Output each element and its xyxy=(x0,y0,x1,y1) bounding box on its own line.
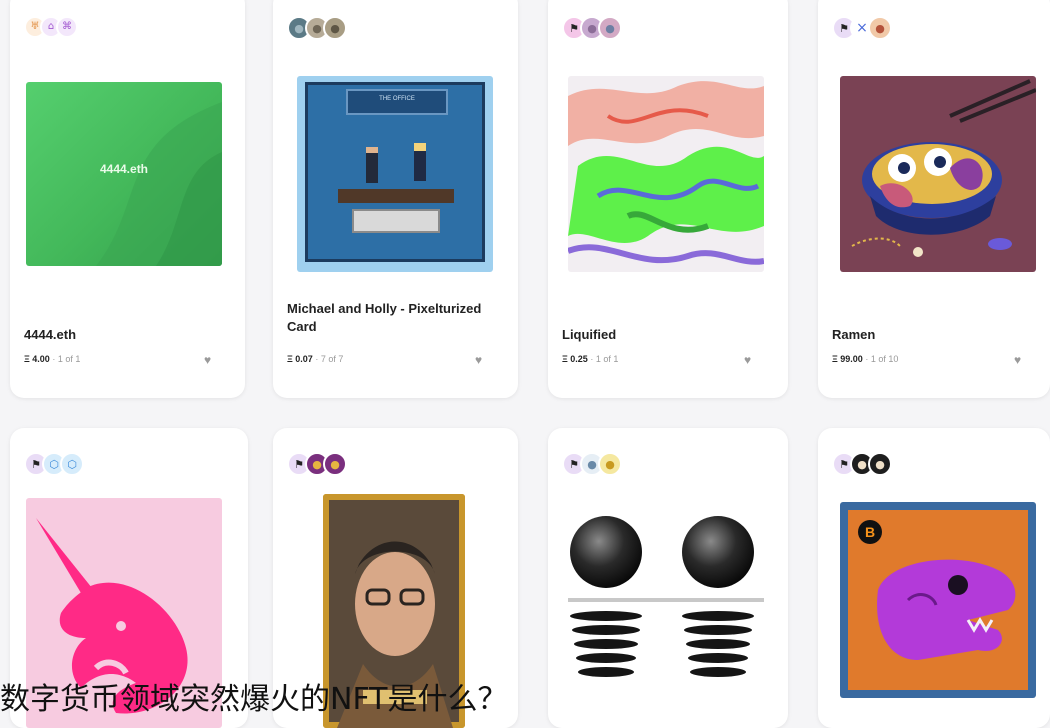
liquid-marble-art xyxy=(568,81,764,265)
nft-price-edition: Ξ 99.00 · 1 of 10 xyxy=(832,354,898,364)
avatar-icon: ● xyxy=(598,16,622,40)
heart-icon[interactable]: ♥ xyxy=(475,354,482,366)
heart-icon[interactable]: ♥ xyxy=(744,354,751,366)
creator-avatars: ⚑ × ● xyxy=(832,16,892,40)
price: Ξ 0.07 xyxy=(287,354,313,364)
nft-artwork[interactable]: B xyxy=(840,502,1036,698)
edition: 1 of 10 xyxy=(870,354,899,364)
avatar-icon: ● xyxy=(868,452,892,476)
hexagon-icon: ⬡ xyxy=(60,452,84,476)
price: Ξ 99.00 xyxy=(832,354,863,364)
nft-card[interactable]: ● ● ● THE OFFICE Michael and Holly - Pix… xyxy=(273,0,518,398)
creator-avatars: ⚑ ● ● xyxy=(562,452,622,476)
nft-artwork[interactable]: 4444.eth xyxy=(26,82,222,266)
creator-avatars: ⚑ ● ● xyxy=(832,452,892,476)
office-banner: THE OFFICE xyxy=(346,89,448,115)
nft-card[interactable]: ⚑ ● ● xyxy=(548,428,788,728)
pixel-sign xyxy=(352,209,440,233)
nft-card[interactable]: ⚑ ● ● Liquified Ξ 0.25 · 1 of 1 ♥ xyxy=(548,0,788,398)
nft-card[interactable]: ⚑ ● ● B xyxy=(818,428,1050,728)
price: Ξ 4.00 xyxy=(24,354,50,364)
bank-icon: ⌘ xyxy=(56,16,78,38)
avatar-icon: ● xyxy=(868,16,892,40)
creator-avatars: ● ● ● xyxy=(287,16,347,40)
nft-artwork[interactable] xyxy=(568,76,764,272)
dino-skull-art xyxy=(877,559,1016,660)
artwork-label: 4444.eth xyxy=(99,162,149,176)
office-frame: THE OFFICE xyxy=(305,82,485,262)
edition: 1 of 1 xyxy=(595,354,619,364)
creator-avatars: ⚑ ● ● xyxy=(562,16,622,40)
edition: 1 of 1 xyxy=(57,354,81,364)
nft-title[interactable]: Michael and Holly - Pixelturized Card xyxy=(287,300,497,336)
nft-price-edition: Ξ 0.07 · 7 of 7 xyxy=(287,354,343,364)
spheres-art xyxy=(568,516,764,677)
edition: 7 of 7 xyxy=(320,354,344,364)
ramen-bowl-art xyxy=(851,79,1036,257)
pixel-figure-michael xyxy=(366,147,378,183)
article-caption: 数字货币领域突然爆火的NFT是什么？ xyxy=(0,682,508,717)
creator-avatars: ♅ ⌂ ⌘ xyxy=(24,16,78,38)
nft-artwork[interactable] xyxy=(568,494,764,728)
nft-artwork[interactable] xyxy=(840,76,1036,272)
avatar-icon: ● xyxy=(598,452,622,476)
nft-title[interactable]: 4444.eth xyxy=(24,326,214,344)
avatar-icon: ● xyxy=(323,452,347,476)
nft-artwork[interactable]: THE OFFICE xyxy=(297,76,493,272)
creator-avatars: ⚑ ⬡ ⬡ xyxy=(24,452,84,476)
nft-card[interactable]: ♅ ⌂ ⌘ 4444.eth 4444.eth Ξ 4.00 · 1 of 1 … xyxy=(10,0,245,398)
nft-price-edition: Ξ 0.25 · 1 of 1 xyxy=(562,354,618,364)
price: Ξ 0.25 xyxy=(562,354,588,364)
nft-price-edition: Ξ 4.00 · 1 of 1 xyxy=(24,354,80,364)
creator-avatars: ⚑ ● ● xyxy=(287,452,347,476)
heart-icon[interactable]: ♥ xyxy=(204,354,211,366)
dino-canvas: B xyxy=(848,510,1028,690)
pixel-figure-holly xyxy=(414,143,426,181)
nft-title[interactable]: Ramen xyxy=(832,326,1022,344)
heart-icon[interactable]: ♥ xyxy=(1014,354,1021,366)
nft-title[interactable]: Liquified xyxy=(562,326,752,344)
avatar-icon: ● xyxy=(323,16,347,40)
pixel-desk xyxy=(338,189,454,203)
nft-card[interactable]: ⚑ × ● Ramen Ξ 99.00 · 1 of 10 ♥ xyxy=(818,0,1050,398)
